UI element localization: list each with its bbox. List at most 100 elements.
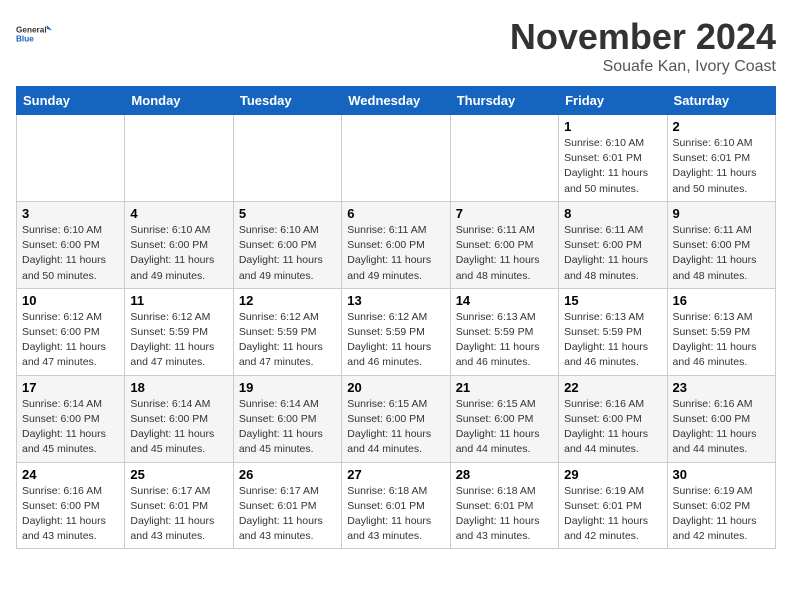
location: Souafe Kan, Ivory Coast	[510, 58, 776, 76]
day-info: Sunrise: 6:10 AM Sunset: 6:01 PM Dayligh…	[564, 136, 661, 197]
day-info: Sunrise: 6:12 AM Sunset: 5:59 PM Dayligh…	[347, 310, 444, 371]
day-info: Sunrise: 6:13 AM Sunset: 5:59 PM Dayligh…	[456, 310, 553, 371]
page-header: General Blue November 2024 Souafe Kan, I…	[16, 16, 776, 76]
day-info: Sunrise: 6:17 AM Sunset: 6:01 PM Dayligh…	[130, 484, 227, 545]
day-cell: 5 Sunrise: 6:10 AM Sunset: 6:00 PM Daylig…	[233, 201, 341, 288]
svg-text:Blue: Blue	[16, 35, 34, 44]
col-header-tuesday: Tuesday	[233, 87, 341, 115]
day-cell	[125, 115, 233, 202]
day-number: 13	[347, 293, 444, 308]
day-number: 18	[130, 380, 227, 395]
logo-svg: General Blue	[16, 16, 52, 52]
day-number: 19	[239, 380, 336, 395]
col-header-wednesday: Wednesday	[342, 87, 450, 115]
logo: General Blue	[16, 16, 52, 52]
day-number: 28	[456, 467, 553, 482]
day-number: 27	[347, 467, 444, 482]
day-cell: 22 Sunrise: 6:16 AM Sunset: 6:00 PM Dayli…	[559, 375, 667, 462]
day-number: 17	[22, 380, 119, 395]
day-number: 23	[673, 380, 770, 395]
day-cell: 18Sunrise: 6:14 AM Sunset: 6:00 PM Dayli…	[125, 375, 233, 462]
day-cell: 1 Sunrise: 6:10 AM Sunset: 6:01 PM Daylig…	[559, 115, 667, 202]
day-info: Sunrise: 6:12 AM Sunset: 6:00 PM Dayligh…	[22, 310, 119, 371]
day-cell: 21Sunrise: 6:15 AM Sunset: 6:00 PM Dayli…	[450, 375, 558, 462]
day-info: Sunrise: 6:18 AM Sunset: 6:01 PM Dayligh…	[347, 484, 444, 545]
day-cell: 19 Sunrise: 6:14 AM Sunset: 6:00 PM Dayli…	[233, 375, 341, 462]
day-number: 6	[347, 206, 444, 221]
day-number: 9	[673, 206, 770, 221]
week-row-2: 3 Sunrise: 6:10 AM Sunset: 6:00 PM Daylig…	[17, 201, 776, 288]
day-number: 20	[347, 380, 444, 395]
day-info: Sunrise: 6:10 AM Sunset: 6:01 PM Dayligh…	[673, 136, 770, 197]
day-info: Sunrise: 6:11 AM Sunset: 6:00 PM Dayligh…	[347, 223, 444, 284]
day-number: 14	[456, 293, 553, 308]
week-row-1: 1 Sunrise: 6:10 AM Sunset: 6:01 PM Daylig…	[17, 115, 776, 202]
day-cell: 30 Sunrise: 6:19 AM Sunset: 6:02 PM Dayli…	[667, 462, 775, 549]
day-cell: 11 Sunrise: 6:12 AM Sunset: 5:59 PM Dayli…	[125, 288, 233, 375]
title-block: November 2024 Souafe Kan, Ivory Coast	[510, 16, 776, 76]
svg-text:General: General	[16, 25, 47, 34]
week-row-5: 24Sunrise: 6:16 AM Sunset: 6:00 PM Dayli…	[17, 462, 776, 549]
day-info: Sunrise: 6:16 AM Sunset: 6:00 PM Dayligh…	[22, 484, 119, 545]
day-cell: 10 Sunrise: 6:12 AM Sunset: 6:00 PM Dayli…	[17, 288, 125, 375]
calendar-table: SundayMondayTuesdayWednesdayThursdayFrid…	[16, 86, 776, 549]
day-info: Sunrise: 6:19 AM Sunset: 6:01 PM Dayligh…	[564, 484, 661, 545]
day-info: Sunrise: 6:14 AM Sunset: 6:00 PM Dayligh…	[239, 397, 336, 458]
day-info: Sunrise: 6:16 AM Sunset: 6:00 PM Dayligh…	[564, 397, 661, 458]
day-number: 25	[130, 467, 227, 482]
day-number: 30	[673, 467, 770, 482]
day-cell	[17, 115, 125, 202]
day-number: 21	[456, 380, 553, 395]
day-number: 29	[564, 467, 661, 482]
day-info: Sunrise: 6:11 AM Sunset: 6:00 PM Dayligh…	[564, 223, 661, 284]
day-cell: 8 Sunrise: 6:11 AM Sunset: 6:00 PM Daylig…	[559, 201, 667, 288]
day-info: Sunrise: 6:16 AM Sunset: 6:00 PM Dayligh…	[673, 397, 770, 458]
day-number: 15	[564, 293, 661, 308]
day-cell: 7Sunrise: 6:11 AM Sunset: 6:00 PM Daylig…	[450, 201, 558, 288]
day-cell	[450, 115, 558, 202]
col-header-friday: Friday	[559, 87, 667, 115]
day-cell: 6 Sunrise: 6:11 AM Sunset: 6:00 PM Daylig…	[342, 201, 450, 288]
day-cell: 13 Sunrise: 6:12 AM Sunset: 5:59 PM Dayli…	[342, 288, 450, 375]
day-number: 3	[22, 206, 119, 221]
day-cell	[233, 115, 341, 202]
day-cell: 23 Sunrise: 6:16 AM Sunset: 6:00 PM Dayli…	[667, 375, 775, 462]
day-number: 4	[130, 206, 227, 221]
day-cell: 17 Sunrise: 6:14 AM Sunset: 6:00 PM Dayli…	[17, 375, 125, 462]
day-cell: 12Sunrise: 6:12 AM Sunset: 5:59 PM Dayli…	[233, 288, 341, 375]
day-cell: 28Sunrise: 6:18 AM Sunset: 6:01 PM Dayli…	[450, 462, 558, 549]
col-header-sunday: Sunday	[17, 87, 125, 115]
day-number: 5	[239, 206, 336, 221]
day-cell: 4Sunrise: 6:10 AM Sunset: 6:00 PM Daylig…	[125, 201, 233, 288]
day-cell: 20Sunrise: 6:15 AM Sunset: 6:00 PM Dayli…	[342, 375, 450, 462]
day-info: Sunrise: 6:14 AM Sunset: 6:00 PM Dayligh…	[22, 397, 119, 458]
day-cell: 9 Sunrise: 6:11 AM Sunset: 6:00 PM Daylig…	[667, 201, 775, 288]
day-info: Sunrise: 6:12 AM Sunset: 5:59 PM Dayligh…	[239, 310, 336, 371]
day-info: Sunrise: 6:13 AM Sunset: 5:59 PM Dayligh…	[673, 310, 770, 371]
day-info: Sunrise: 6:10 AM Sunset: 6:00 PM Dayligh…	[22, 223, 119, 284]
month-title: November 2024	[510, 16, 776, 58]
col-header-saturday: Saturday	[667, 87, 775, 115]
day-number: 26	[239, 467, 336, 482]
day-cell: 26Sunrise: 6:17 AM Sunset: 6:01 PM Dayli…	[233, 462, 341, 549]
day-info: Sunrise: 6:11 AM Sunset: 6:00 PM Dayligh…	[673, 223, 770, 284]
col-header-thursday: Thursday	[450, 87, 558, 115]
day-number: 22	[564, 380, 661, 395]
day-info: Sunrise: 6:10 AM Sunset: 6:00 PM Dayligh…	[239, 223, 336, 284]
day-cell: 25 Sunrise: 6:17 AM Sunset: 6:01 PM Dayli…	[125, 462, 233, 549]
day-info: Sunrise: 6:12 AM Sunset: 5:59 PM Dayligh…	[130, 310, 227, 371]
day-number: 1	[564, 119, 661, 134]
day-cell: 15 Sunrise: 6:13 AM Sunset: 5:59 PM Dayli…	[559, 288, 667, 375]
col-header-monday: Monday	[125, 87, 233, 115]
day-info: Sunrise: 6:13 AM Sunset: 5:59 PM Dayligh…	[564, 310, 661, 371]
calendar-header-row: SundayMondayTuesdayWednesdayThursdayFrid…	[17, 87, 776, 115]
day-info: Sunrise: 6:19 AM Sunset: 6:02 PM Dayligh…	[673, 484, 770, 545]
day-info: Sunrise: 6:11 AM Sunset: 6:00 PM Dayligh…	[456, 223, 553, 284]
day-cell	[342, 115, 450, 202]
day-number: 8	[564, 206, 661, 221]
day-cell: 14 Sunrise: 6:13 AM Sunset: 5:59 PM Dayli…	[450, 288, 558, 375]
day-number: 16	[673, 293, 770, 308]
day-number: 10	[22, 293, 119, 308]
day-cell: 27 Sunrise: 6:18 AM Sunset: 6:01 PM Dayli…	[342, 462, 450, 549]
day-number: 11	[130, 293, 227, 308]
